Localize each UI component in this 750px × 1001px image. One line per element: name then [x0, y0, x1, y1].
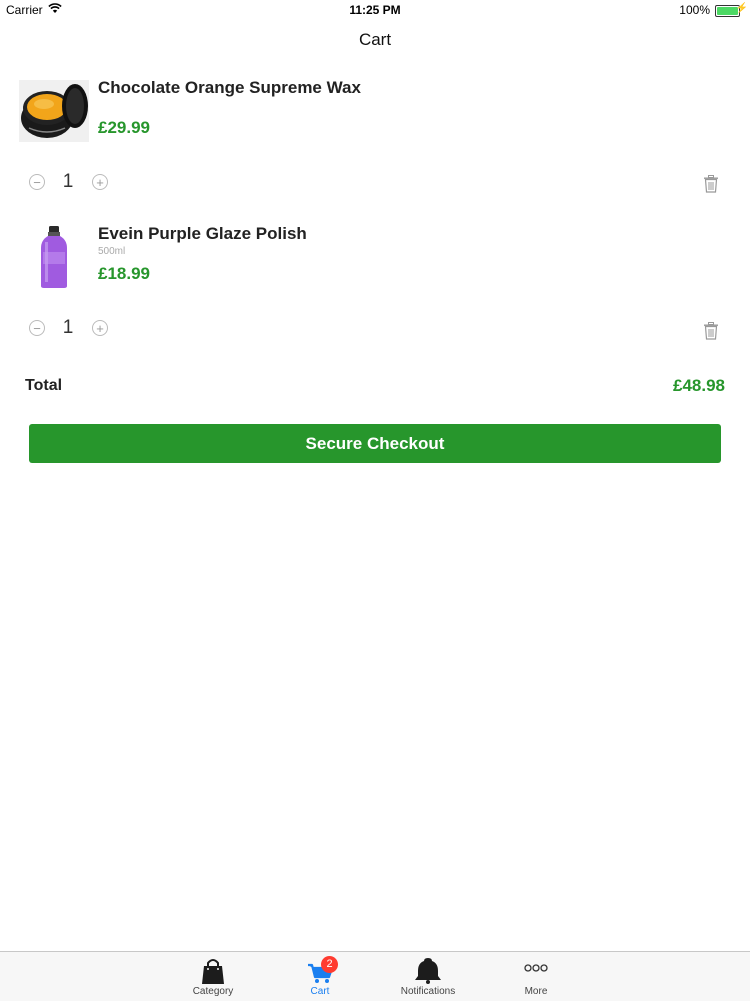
- shopping-bag-icon: [202, 959, 224, 984]
- tab-label: Cart: [310, 986, 330, 997]
- total-label: Total: [25, 377, 63, 394]
- tab-more[interactable]: More: [496, 952, 576, 1001]
- status-bar: Carrier 11:25 PM 100% ⚡: [0, 0, 750, 20]
- cart-badge: 2: [321, 956, 338, 973]
- product-name[interactable]: Evein Purple Glaze Polish: [98, 224, 307, 244]
- battery-percent: 100%: [679, 3, 710, 17]
- tab-notifications[interactable]: Notifications: [388, 952, 468, 1001]
- increase-quantity-button[interactable]: +: [92, 174, 108, 190]
- cart-icon: [308, 963, 334, 983]
- decrease-quantity-button[interactable]: −: [29, 320, 45, 336]
- quantity-value: 1: [62, 171, 74, 192]
- tab-label: Category: [192, 986, 234, 997]
- quantity-value: 1: [62, 317, 74, 338]
- product-price: £18.99: [98, 264, 150, 283]
- tab-bar: Category 2 Cart Notifications More: [0, 951, 750, 1001]
- product-name[interactable]: Chocolate Orange Supreme Wax: [98, 78, 361, 98]
- secure-checkout-button[interactable]: Secure Checkout: [29, 424, 721, 463]
- bell-icon: [415, 958, 441, 984]
- product-variant: 500ml: [98, 246, 126, 257]
- decrease-quantity-button[interactable]: −: [29, 174, 45, 190]
- more-dots-icon: [524, 964, 548, 972]
- tab-label: Notifications: [400, 986, 456, 997]
- wax-tin-icon: [19, 80, 89, 142]
- tab-label: More: [524, 986, 548, 997]
- clock: 11:25 PM: [349, 3, 401, 17]
- total-value: £48.98: [673, 376, 725, 395]
- increase-quantity-button[interactable]: +: [92, 320, 108, 336]
- tab-cart[interactable]: 2 Cart: [280, 952, 360, 1001]
- purple-bottle-icon: [19, 226, 89, 288]
- trash-icon[interactable]: [703, 175, 719, 193]
- tab-category[interactable]: Category: [173, 952, 253, 1001]
- product-price: £29.99: [98, 118, 150, 137]
- trash-icon[interactable]: [703, 322, 719, 340]
- page-title: Cart: [358, 30, 392, 49]
- charging-icon: ⚡: [735, 3, 748, 14]
